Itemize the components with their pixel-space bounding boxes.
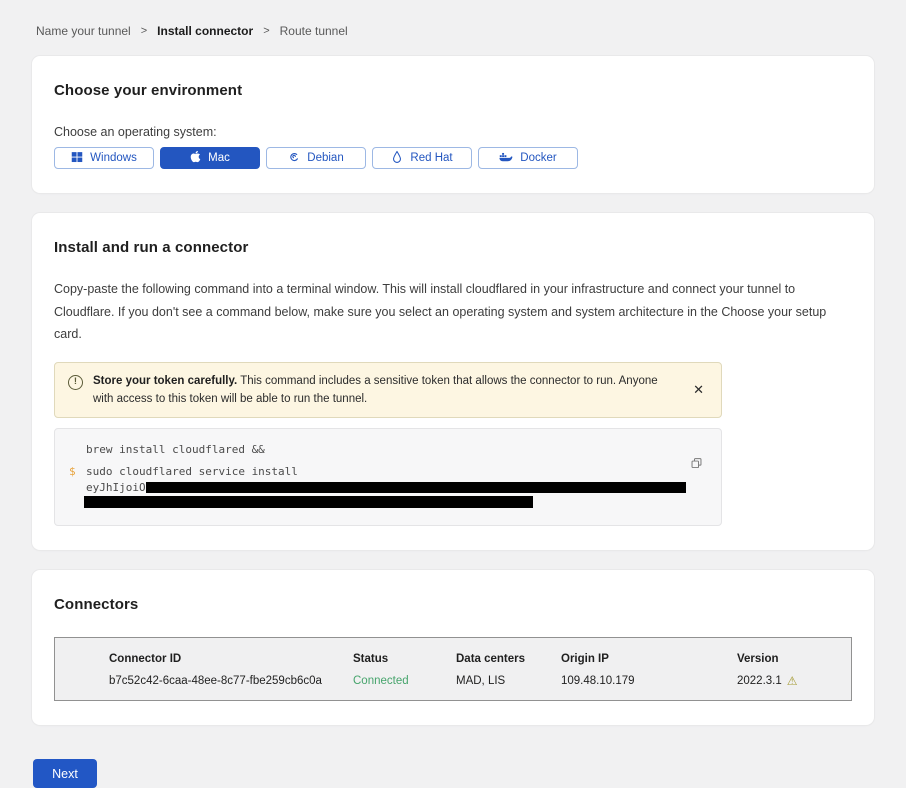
next-button[interactable]: Next (33, 759, 97, 788)
redhat-icon (391, 150, 403, 166)
token-warning-alert: ! Store your token carefully. This comma… (54, 362, 722, 419)
connectors-card: Connectors Connector ID Status Data cent… (32, 570, 874, 725)
environment-card: Choose your environment Choose an operat… (32, 56, 874, 193)
docker-icon (499, 151, 513, 166)
table-row: b7c52c42-6caa-48ee-8c77-fbe259cb6c0a Con… (109, 675, 851, 687)
header-data-centers: Data centers (456, 653, 561, 675)
header-status: Status (353, 653, 456, 675)
windows-icon (71, 151, 83, 166)
close-icon[interactable]: ✕ (689, 380, 708, 400)
redaction-bar (146, 482, 686, 493)
shell-prompt: $ (69, 464, 86, 480)
apple-icon (190, 150, 201, 166)
breadcrumb-separator: > (263, 25, 269, 37)
code-line-brew: brew install cloudflared && (86, 442, 707, 458)
cell-origin-ip: 109.48.10.179 (561, 675, 737, 687)
install-connector-card: Install and run a connector Copy-paste t… (32, 213, 874, 550)
cell-data-centers: MAD, LIS (456, 675, 561, 687)
breadcrumb-step-route-tunnel[interactable]: Route tunnel (280, 24, 348, 38)
os-button-group: Windows Mac Debian Red Hat (54, 147, 852, 169)
breadcrumb: Name your tunnel > Install connector > R… (36, 24, 874, 38)
os-button-docker[interactable]: Docker (478, 147, 578, 169)
os-button-mac[interactable]: Mac (160, 147, 260, 169)
cell-status: Connected (353, 675, 456, 687)
token-prefix: eyJhIjoiO (86, 481, 146, 494)
os-button-redhat[interactable]: Red Hat (372, 147, 472, 169)
os-button-label: Windows (90, 152, 137, 164)
install-card-title: Install and run a connector (54, 239, 852, 256)
os-select-label: Choose an operating system: (54, 125, 852, 139)
breadcrumb-step-name-your-tunnel[interactable]: Name your tunnel (36, 24, 131, 38)
cell-connector-id: b7c52c42-6caa-48ee-8c77-fbe259cb6c0a (109, 675, 353, 687)
token-warning-title: Store your token carefully. (93, 375, 237, 387)
connectors-table-header: Connector ID Status Data centers Origin … (109, 653, 851, 675)
code-line-sudo: sudo cloudflared service install (86, 464, 298, 480)
token-warning-text: Store your token carefully. This command… (93, 372, 663, 409)
breadcrumb-step-install-connector[interactable]: Install connector (157, 24, 253, 38)
os-button-debian[interactable]: Debian (266, 147, 366, 169)
environment-card-title: Choose your environment (54, 82, 852, 99)
install-command-codeblock: brew install cloudflared && $ sudo cloud… (54, 428, 722, 526)
header-origin-ip: Origin IP (561, 653, 737, 675)
redaction-bar (84, 496, 533, 508)
install-description: Copy-paste the following command into a … (54, 278, 852, 346)
breadcrumb-separator: > (141, 25, 147, 37)
debian-icon (288, 151, 300, 166)
os-button-label: Docker (520, 152, 556, 164)
info-circle-icon: ! (68, 375, 83, 390)
connectors-card-title: Connectors (54, 596, 852, 613)
version-value: 2022.3.1 (737, 675, 782, 687)
cell-version: 2022.3.1 ⚠ (737, 675, 851, 687)
header-version: Version (737, 653, 851, 675)
os-button-windows[interactable]: Windows (54, 147, 154, 169)
tunnel-setup-page: Name your tunnel > Install connector > R… (0, 0, 906, 788)
os-button-label: Debian (307, 152, 343, 164)
warning-triangle-icon: ⚠ (787, 675, 798, 687)
os-button-label: Mac (208, 152, 230, 164)
header-connector-id: Connector ID (109, 653, 353, 675)
connectors-table: Connector ID Status Data centers Origin … (54, 637, 852, 701)
os-button-label: Red Hat (410, 152, 452, 164)
copy-icon[interactable] (688, 455, 705, 475)
